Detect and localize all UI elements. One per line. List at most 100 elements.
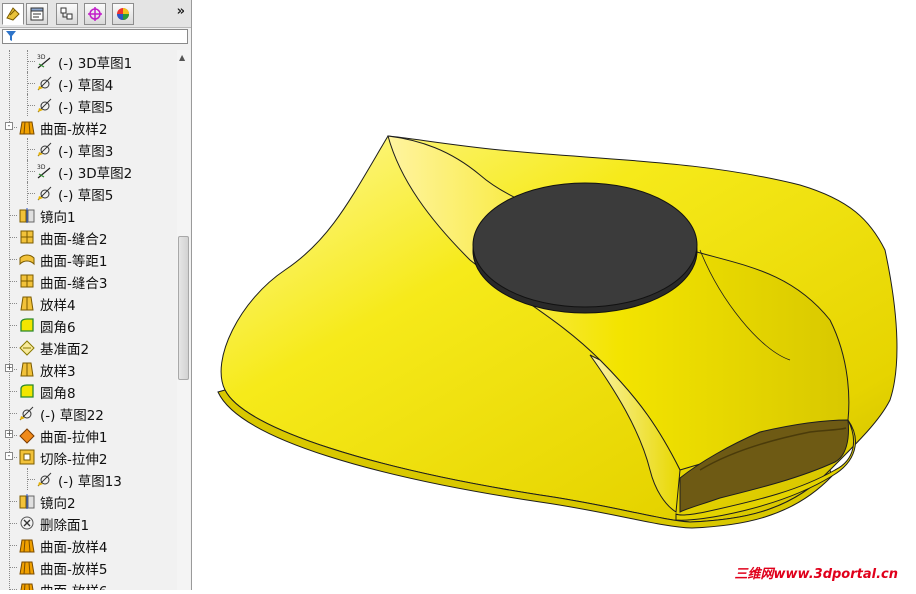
feature-manager-panel: » 3D (-) 3D草图1 (-) 草图4 (-) 草图5 - 曲面-放样2 (-) 草图…: [0, 0, 192, 590]
tree-item[interactable]: + 曲面-拉伸1: [0, 424, 176, 446]
tree-item-label: 切除-拉伸2: [40, 452, 108, 468]
more-tabs-button[interactable]: »: [177, 4, 185, 19]
tree-item-label: (-) 草图4: [58, 78, 114, 94]
collapse-toggle[interactable]: -: [5, 452, 13, 460]
tree-item[interactable]: 镜向1: [0, 204, 176, 226]
tree-item[interactable]: 3D (-) 3D草图2: [0, 160, 176, 182]
tree-item[interactable]: 曲面-缝合3: [0, 270, 176, 292]
tab-display-manager[interactable]: [112, 3, 134, 25]
tree-item-label: (-) 草图3: [58, 144, 114, 160]
surface-loft-icon: [20, 583, 34, 590]
sketch-icon: [37, 186, 52, 201]
watermark-text: 三维网www.3dportal.cn: [734, 567, 898, 582]
tree-child-guide: [27, 182, 28, 204]
tree-item-label: 曲面-拉伸1: [40, 430, 108, 446]
tree-item[interactable]: 删除面1: [0, 512, 176, 534]
surface-loft-icon: [19, 539, 35, 553]
tree-item[interactable]: (-) 草图13: [0, 468, 176, 490]
sketch-icon: [37, 76, 52, 91]
tree-item-label: 圆角8: [40, 386, 76, 402]
tree-item-label: 放样3: [40, 364, 76, 380]
surface-loft-icon: [19, 561, 35, 575]
tree-item-label: (-) 3D草图2: [58, 166, 133, 182]
tree-item[interactable]: 放样4: [0, 292, 176, 314]
tree-connector: [27, 193, 35, 194]
scroll-thumb[interactable]: [178, 236, 189, 380]
surface-extrude-icon: [19, 428, 35, 444]
loft-icon: [20, 296, 34, 311]
plane-icon: [19, 340, 35, 356]
dimxpert-icon: [88, 7, 102, 21]
part-disc-top: [472, 182, 698, 308]
surface-knit-icon: [20, 230, 34, 244]
scroll-up-arrow[interactable]: ▲: [179, 53, 185, 62]
tree-item-label: 曲面-缝合2: [40, 232, 108, 248]
feature-tree: 3D (-) 3D草图1 (-) 草图4 (-) 草图5- 曲面-放样2 (-) 草图3 3…: [0, 50, 176, 590]
tree-connector: [27, 149, 35, 150]
tree-item[interactable]: 基准面2: [0, 336, 176, 358]
tree-item[interactable]: 镜向2: [0, 490, 176, 512]
tree-scrollbar[interactable]: ▲: [177, 50, 190, 590]
tree-item[interactable]: (-) 草图3: [0, 138, 176, 160]
tree-item[interactable]: 圆角8: [0, 380, 176, 402]
graphics-area[interactable]: 三维网www.3dportal.cn: [192, 0, 916, 590]
tree-item[interactable]: (-) 草图5: [0, 94, 176, 116]
tab-property-manager[interactable]: [26, 3, 48, 25]
collapse-toggle[interactable]: -: [5, 122, 13, 130]
tree-item[interactable]: 3D (-) 3D草图1: [0, 50, 176, 72]
delete-face-icon: [20, 516, 34, 530]
tree-item-label: 基准面2: [40, 342, 90, 358]
tree-child-guide: [27, 138, 28, 160]
tree-connector: [9, 303, 17, 304]
tree-item-label: 曲面-缝合3: [40, 276, 108, 292]
tree-connector: [27, 61, 35, 62]
filter-icon: [6, 31, 16, 41]
tree-item[interactable]: (-) 草图5: [0, 182, 176, 204]
sketch-icon: [19, 406, 34, 421]
configuration-manager-icon: [60, 7, 73, 20]
tree-connector: [9, 259, 17, 260]
tree-item[interactable]: (-) 草图22: [0, 402, 176, 424]
tree-item-label: 镜向2: [40, 496, 76, 512]
tree-connector: [9, 325, 17, 326]
tree-connector: [9, 281, 17, 282]
tab-feature-manager[interactable]: [2, 3, 24, 25]
tree-item-label: (-) 草图13: [58, 474, 122, 490]
tab-dimxpert[interactable]: [84, 3, 106, 25]
filter-bar[interactable]: [2, 29, 188, 44]
tree-item[interactable]: 曲面-缝合2: [0, 226, 176, 248]
cut-extrude-icon: [19, 449, 35, 465]
panel-tab-bar: »: [0, 0, 191, 28]
expand-toggle[interactable]: +: [5, 430, 13, 438]
tree-item[interactable]: 曲面-放样5: [0, 556, 176, 578]
surface-offset-icon: [19, 254, 35, 266]
surface-loft-icon: [19, 121, 35, 135]
expand-toggle[interactable]: +: [5, 364, 13, 372]
tree-item[interactable]: (-) 草图4: [0, 72, 176, 94]
tree-item-label: (-) 草图5: [58, 188, 114, 204]
tree-item[interactable]: 曲面-等距1: [0, 248, 176, 270]
tree-item[interactable]: 曲面-放样4: [0, 534, 176, 556]
tree-item[interactable]: 圆角6: [0, 314, 176, 336]
tree-connector: [27, 105, 35, 106]
tab-configuration-manager[interactable]: [56, 3, 78, 25]
tree-item[interactable]: + 放样3: [0, 358, 176, 380]
tree-connector: [9, 391, 17, 392]
part-model-view: [217, 135, 898, 529]
tree-item[interactable]: - 切除-拉伸2: [0, 446, 176, 468]
tree-item-label: (-) 草图22: [40, 408, 104, 424]
svg-text:3D: 3D: [37, 164, 46, 171]
tree-item[interactable]: 曲面-放样6: [0, 578, 176, 590]
feature-manager-icon: [6, 7, 20, 21]
tree-item-label: 曲面-放样4: [40, 540, 108, 556]
tree-item-label: 圆角6: [40, 320, 76, 336]
tree-child-guide: [27, 160, 28, 182]
tree-item[interactable]: - 曲面-放样2: [0, 116, 176, 138]
3d-sketch-icon: 3D: [37, 164, 51, 179]
tree-item-label: 曲面-等距1: [40, 254, 108, 270]
tree-item-label: 曲面-放样2: [40, 122, 108, 138]
tree-connector: [9, 545, 17, 546]
property-manager-icon: [30, 7, 44, 21]
fillet-icon: [20, 318, 34, 332]
fillet-icon: [20, 384, 34, 398]
